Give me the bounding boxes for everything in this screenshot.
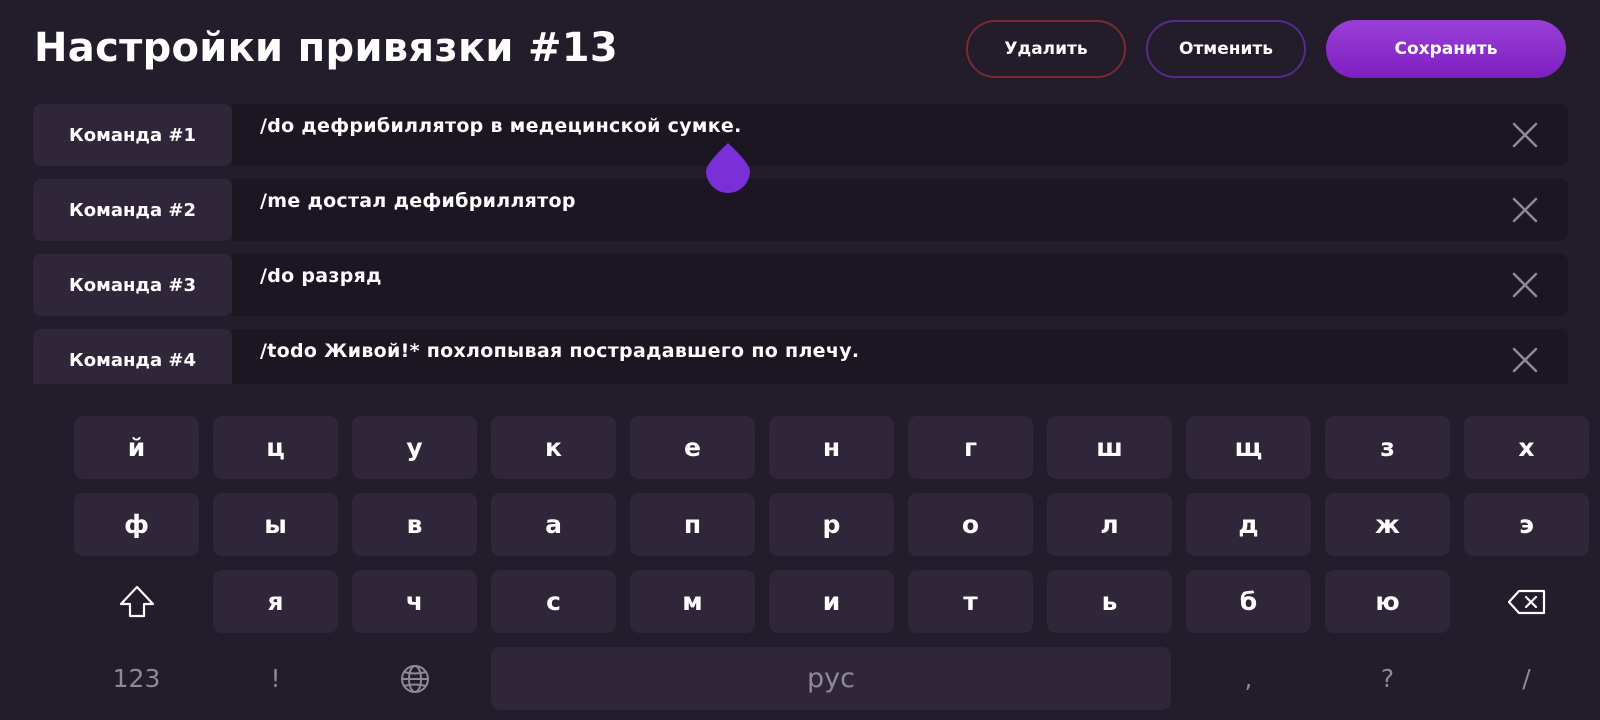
clear-icon[interactable] [1510, 195, 1540, 225]
text-cursor-handle[interactable] [706, 141, 750, 193]
command-input[interactable]: /todo Живой!* похлопывая пострадавшего п… [232, 329, 1568, 384]
comma-key[interactable]: , [1186, 647, 1311, 710]
command-input[interactable]: /me достал дефибриллятор [232, 179, 1568, 241]
key[interactable]: з [1325, 416, 1450, 479]
globe-icon [400, 664, 429, 693]
key[interactable]: ш [1047, 416, 1172, 479]
command-row: Команда #3 /do разряд [33, 254, 1568, 316]
key[interactable]: л [1047, 493, 1172, 556]
key[interactable]: ю [1325, 570, 1450, 633]
page-title: Настройки привязки #13 [34, 25, 619, 71]
key[interactable]: с [491, 570, 616, 633]
command-input[interactable]: /do дефрибиллятор в медецинской сумке. [232, 104, 1568, 166]
language-key[interactable] [352, 647, 477, 710]
command-label: Команда #1 [33, 104, 232, 166]
command-row: Команда #2 /me достал дефибриллятор [33, 179, 1568, 241]
numbers-key[interactable]: 123 [74, 647, 199, 710]
key[interactable]: б [1186, 570, 1311, 633]
slash-key[interactable]: / [1464, 647, 1589, 710]
space-key[interactable]: рус [491, 647, 1171, 710]
key[interactable]: м [630, 570, 755, 633]
command-input[interactable]: /do разряд [232, 254, 1568, 316]
clear-icon[interactable] [1510, 345, 1540, 375]
shift-key[interactable] [74, 570, 199, 633]
key[interactable]: ь [1047, 570, 1172, 633]
key[interactable]: е [630, 416, 755, 479]
key[interactable]: н [769, 416, 894, 479]
key[interactable]: а [491, 493, 616, 556]
key[interactable]: й [74, 416, 199, 479]
key[interactable]: э [1464, 493, 1589, 556]
key[interactable]: у [352, 416, 477, 479]
key[interactable]: д [1186, 493, 1311, 556]
key[interactable]: щ [1186, 416, 1311, 479]
command-row: Команда #1 /do дефрибиллятор в медецинск… [33, 104, 1568, 166]
key[interactable]: и [769, 570, 894, 633]
command-label: Команда #4 [33, 329, 232, 384]
cancel-button[interactable]: Отменить [1146, 20, 1306, 78]
key[interactable]: о [908, 493, 1033, 556]
key[interactable]: т [908, 570, 1033, 633]
key[interactable]: ч [352, 570, 477, 633]
command-list: Команда #1 /do дефрибиллятор в медецинск… [33, 104, 1568, 384]
key[interactable]: ц [213, 416, 338, 479]
binding-settings-screen: Настройки привязки #13 Удалить Отменить … [0, 0, 1600, 720]
key[interactable]: я [213, 570, 338, 633]
key[interactable]: п [630, 493, 755, 556]
command-row: Команда #4 /todo Живой!* похлопывая пост… [33, 329, 1568, 384]
key[interactable]: в [352, 493, 477, 556]
key[interactable]: ж [1325, 493, 1450, 556]
key[interactable]: р [769, 493, 894, 556]
command-label: Команда #2 [33, 179, 232, 241]
question-key[interactable]: ? [1325, 647, 1450, 710]
delete-button[interactable]: Удалить [966, 20, 1126, 78]
key[interactable]: г [908, 416, 1033, 479]
key[interactable]: ф [74, 493, 199, 556]
command-label: Команда #3 [33, 254, 232, 316]
exclamation-key[interactable]: ! [213, 647, 338, 710]
clear-icon[interactable] [1510, 270, 1540, 300]
clear-icon[interactable] [1510, 120, 1540, 150]
backspace-key[interactable] [1464, 570, 1589, 633]
key[interactable]: х [1464, 416, 1589, 479]
backspace-icon [1507, 589, 1545, 614]
save-button[interactable]: Сохранить [1326, 20, 1566, 78]
shift-icon [119, 585, 154, 617]
key[interactable]: ы [213, 493, 338, 556]
key[interactable]: к [491, 416, 616, 479]
